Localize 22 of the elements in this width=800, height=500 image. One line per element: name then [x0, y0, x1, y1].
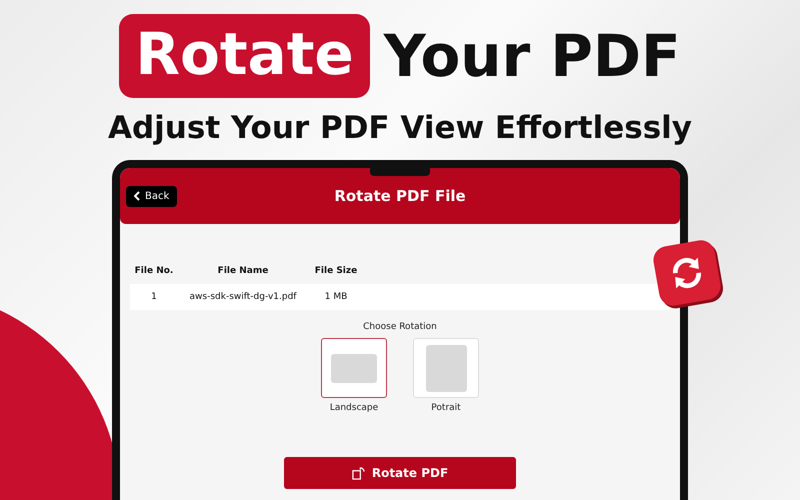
column-header: File Size — [314, 266, 358, 276]
chevron-left-icon — [134, 191, 140, 201]
camera-notch — [370, 166, 430, 176]
section-label: Choose Rotation — [362, 322, 438, 332]
column-header: File No. — [134, 266, 174, 276]
screen-title: Rotate PDF File — [334, 187, 466, 205]
portrait-page-icon — [426, 344, 466, 392]
rotate-pdf-button[interactable]: Rotate PDF — [284, 457, 516, 489]
option-label: Potrait — [431, 403, 461, 413]
back-button[interactable]: Back — [126, 186, 178, 206]
subtitle: Adjust Your PDF View Effortlessly — [108, 110, 692, 146]
headline-highlight: Rotate — [119, 14, 370, 98]
table-cell-text: 1 — [150, 292, 158, 302]
headline-text: Your PDF — [384, 22, 681, 90]
landscape-page-icon — [331, 354, 377, 382]
table-cell-text: aws-sdk-swift-dg-v1.pdf — [188, 292, 298, 302]
column-header: File Name — [216, 266, 270, 276]
rotate-icon — [352, 466, 365, 480]
option-label: Landscape — [330, 403, 378, 413]
rotation-option[interactable] — [321, 338, 387, 398]
table-cell-text: 1 MB — [324, 292, 348, 302]
table-row[interactable]: 1 aws-sdk-swift-dg-v1.pdf 1 MB — [130, 284, 670, 310]
